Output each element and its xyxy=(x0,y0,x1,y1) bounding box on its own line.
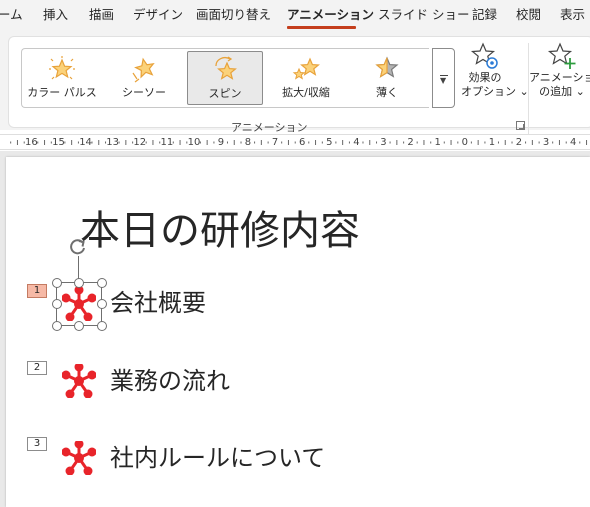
ruler-number: 9 xyxy=(217,137,225,148)
ruler-number: 1 xyxy=(434,137,441,148)
ruler-number: 3 xyxy=(380,137,387,148)
ribbon-tab-bar: ーム 挿入 描画 デザイン 画面切り替え アニメーション スライド ショー 記録… xyxy=(0,0,590,30)
gallery-item-grow-shrink[interactable]: 拡大/収縮 xyxy=(268,51,344,105)
ruler-number: 2 xyxy=(407,137,414,148)
add-animation-label-2: の追加 ⌄ xyxy=(539,85,585,98)
tab-record[interactable]: 記録 xyxy=(472,7,497,23)
active-tab-indicator xyxy=(287,26,356,29)
ruler-number: 15 xyxy=(52,137,65,148)
ruler-number: 11 xyxy=(160,137,174,148)
gallery-item-color-pulse[interactable]: カラー パルス xyxy=(24,51,100,105)
ruler-number: 4 xyxy=(570,137,577,148)
ruler-number: 2 xyxy=(515,137,523,148)
gallery-label: シーソー xyxy=(122,86,166,99)
resize-handle[interactable] xyxy=(74,278,84,288)
tab-draw[interactable]: 描画 xyxy=(89,7,114,23)
ruler-number: 3 xyxy=(542,137,550,148)
add-animation-label-1: アニメーション xyxy=(529,71,590,84)
dialog-launcher-icon[interactable] xyxy=(516,121,525,130)
chevron-down-icon: ▼ xyxy=(440,76,447,85)
ruler-number: 12 xyxy=(133,137,147,148)
desaturate-star-icon xyxy=(375,56,399,78)
effect-options-label-2: オプション ⌄ xyxy=(461,85,529,98)
gallery-label: スピン xyxy=(208,87,242,100)
gallery-label: カラー パルス xyxy=(27,86,97,99)
ruler-number: 0 xyxy=(461,137,468,148)
tab-home[interactable]: ーム xyxy=(0,7,23,23)
tab-animations[interactable]: アニメーション xyxy=(287,7,374,23)
effect-options-icon xyxy=(470,42,498,69)
ribbon: カラー パルス シーソー スピン 拡大/収縮 薄く ▼ 効果の オプション ⌄ … xyxy=(0,30,590,135)
resize-handle[interactable] xyxy=(52,321,62,331)
resize-handle[interactable] xyxy=(97,278,107,288)
animation-order-tag[interactable]: 1 xyxy=(27,284,47,298)
bullet-text[interactable]: 社内ルールについて xyxy=(110,443,325,473)
spin-animation-marker-icon[interactable] xyxy=(62,364,96,398)
add-animation-icon xyxy=(547,42,576,69)
ruler-number: 13 xyxy=(106,137,120,148)
ruler-number: 8 xyxy=(244,137,252,148)
ruler-number: 7 xyxy=(271,137,279,148)
bullet-text[interactable]: 業務の流れ xyxy=(110,366,230,396)
tab-design[interactable]: デザイン xyxy=(133,7,183,23)
selection-box xyxy=(56,282,102,326)
tab-transitions[interactable]: 画面切り替え xyxy=(196,7,271,23)
tab-review[interactable]: 校閲 xyxy=(516,7,541,23)
resize-handle[interactable] xyxy=(52,278,62,288)
ruler-number: 16 xyxy=(25,137,38,148)
grow-shrink-star-icon xyxy=(292,57,320,80)
rotate-handle-icon[interactable] xyxy=(68,237,88,257)
spin-star-icon xyxy=(215,56,237,80)
gallery-more-button[interactable]: ▼ xyxy=(432,48,455,108)
animation-order-tag[interactable]: 2 xyxy=(27,361,47,375)
effect-options-button[interactable]: 効果の オプション ⌄ xyxy=(461,41,529,99)
bullet-text[interactable]: 会社概要 xyxy=(110,288,206,318)
tab-insert[interactable]: 挿入 xyxy=(43,7,68,23)
horizontal-ruler[interactable]: 16 15 14 13 12 11 10 9 8 7 6 5 4 3 2 1 0 1 2 3 4 xyxy=(0,134,590,150)
gallery-item-teeter[interactable]: シーソー xyxy=(106,51,182,105)
teeter-star-icon xyxy=(132,57,155,83)
color-pulse-star-icon xyxy=(49,56,75,80)
gallery-label: 拡大/収縮 xyxy=(282,86,330,99)
ruler-number: 10 xyxy=(187,137,201,148)
group-label: アニメーション xyxy=(231,121,308,134)
resize-handle[interactable] xyxy=(74,321,84,331)
resize-handle[interactable] xyxy=(97,321,107,331)
ruler-number: 4 xyxy=(353,137,360,148)
resize-handle[interactable] xyxy=(97,299,107,309)
gallery-item-desaturate[interactable]: 薄く xyxy=(349,51,425,105)
add-animation-button[interactable]: アニメーション の追加 ⌄ xyxy=(529,41,590,99)
effect-options-label-1: 効果の xyxy=(468,71,502,84)
gallery-label: 薄く xyxy=(376,86,398,99)
tab-view[interactable]: 表示 xyxy=(560,7,585,23)
gallery-item-spin[interactable]: スピン xyxy=(187,51,263,105)
ruler-number: 5 xyxy=(326,137,333,148)
tab-slideshow[interactable]: スライド ショー xyxy=(378,7,469,23)
animation-gallery: カラー パルス シーソー スピン 拡大/収縮 薄く xyxy=(21,48,429,108)
ruler-number: 1 xyxy=(488,137,496,148)
ribbon-panel: カラー パルス シーソー スピン 拡大/収縮 薄く ▼ 効果の オプション ⌄ … xyxy=(8,36,590,135)
resize-handle[interactable] xyxy=(52,299,62,309)
ruler-number: 6 xyxy=(299,137,306,148)
slide-title[interactable]: 本日の研修内容 xyxy=(80,205,360,257)
ruler-number: 14 xyxy=(79,137,92,148)
animation-order-tag[interactable]: 3 xyxy=(27,437,47,451)
spin-animation-marker-icon[interactable] xyxy=(62,441,96,475)
